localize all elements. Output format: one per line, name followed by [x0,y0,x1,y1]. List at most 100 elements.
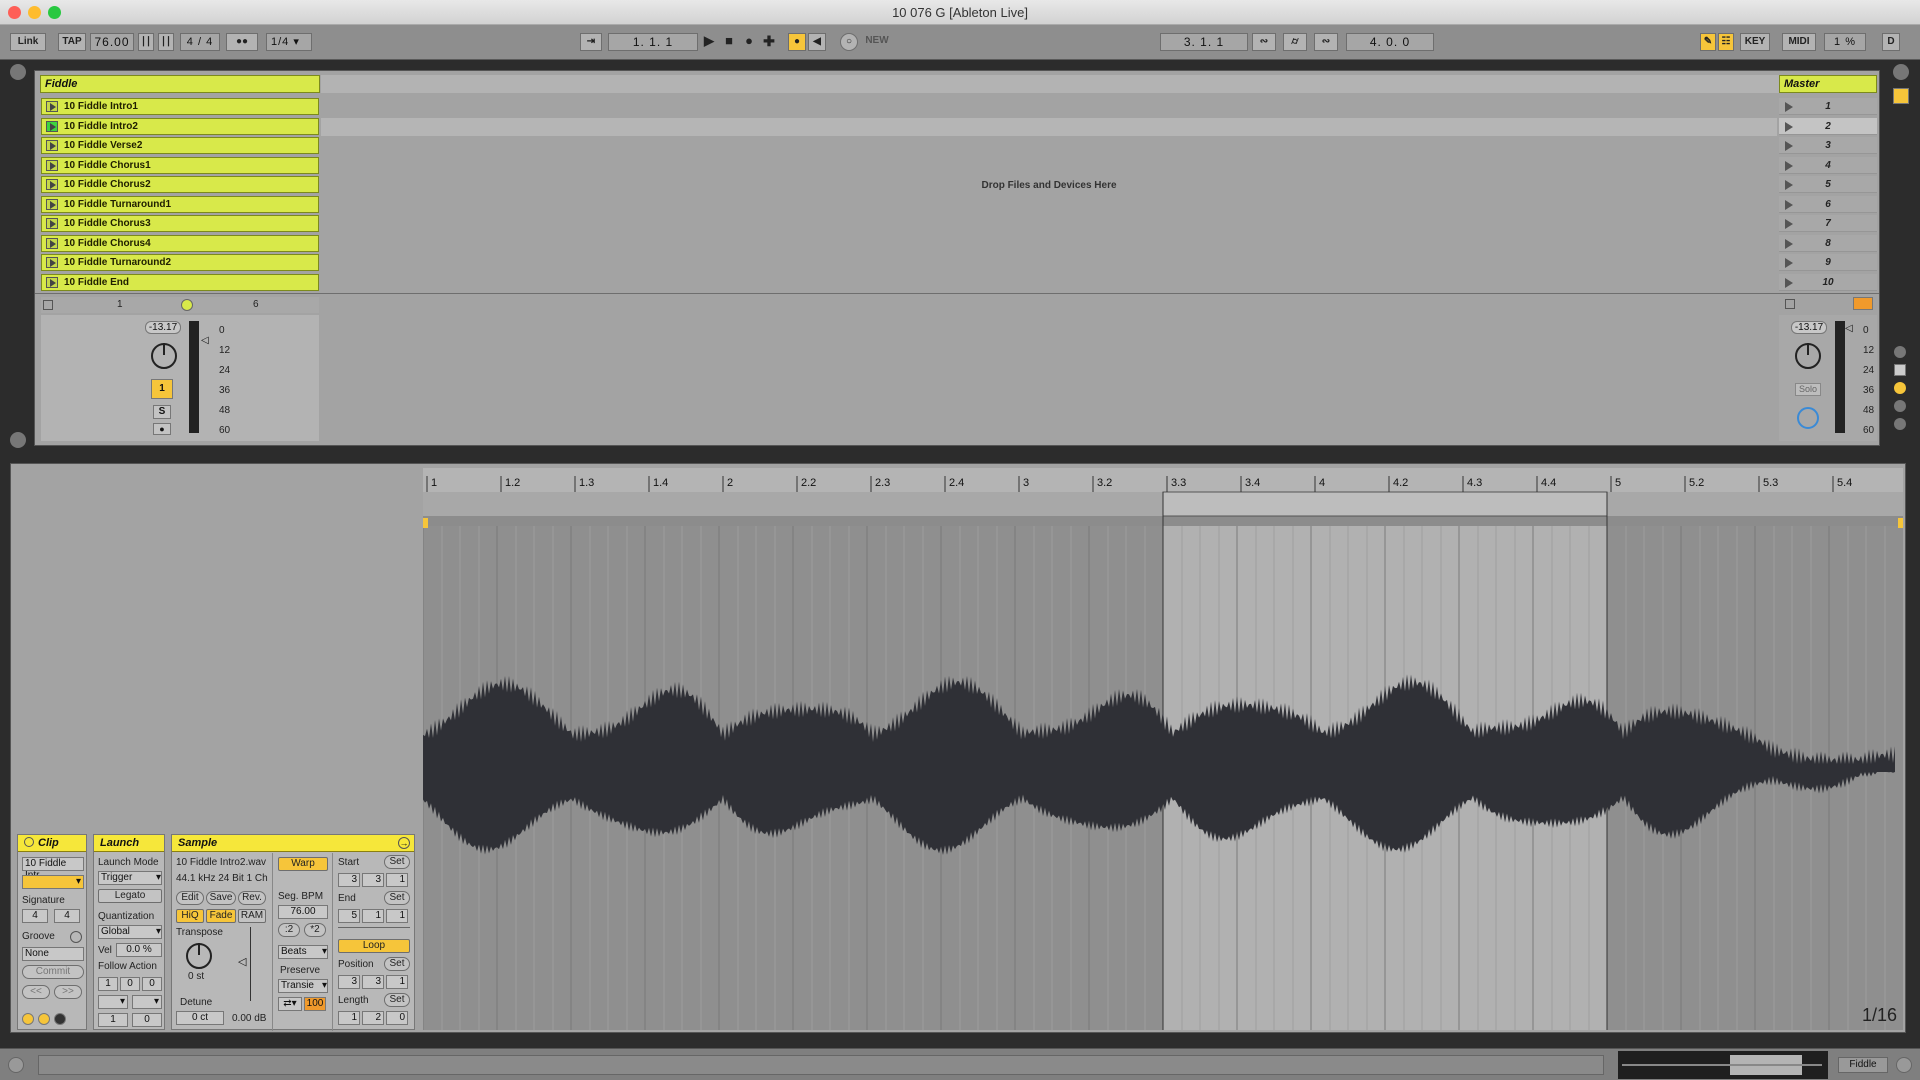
scene-play-icon[interactable] [1785,160,1793,171]
scene-launch-button[interactable]: 1 [1779,98,1877,115]
clip-slot[interactable]: 10 Fiddle Verse2 [41,137,319,154]
clip-launch-icon[interactable] [46,257,58,268]
reverse-button[interactable]: Rev. [238,891,266,905]
clip-launch-icon[interactable] [46,237,58,249]
envelope-percent-field[interactable]: 100 [304,997,326,1011]
position-beats[interactable]: 3 [362,975,384,989]
end-bars[interactable]: 5 [338,909,360,923]
overdub-button[interactable]: ✚ [760,33,778,51]
start-sixteenths[interactable]: 1 [386,873,408,887]
clip-slot[interactable]: 10 Fiddle Chorus4 [41,234,319,252]
start-beats[interactable]: 3 [362,873,384,887]
follow-action-time-sixteenths[interactable]: 0 [142,977,162,991]
mixer-toggle-icon[interactable] [1894,400,1906,412]
metronome-button[interactable]: ●● [226,33,258,51]
clip-launch-icon[interactable] [46,159,58,171]
arm-button[interactable]: ● [153,423,171,435]
clip-launch-icon[interactable] [46,276,58,288]
clip-launch-icon[interactable] [46,120,58,132]
length-set-button[interactable]: Set [384,993,410,1007]
zoom-window-button[interactable] [48,6,61,19]
new-button[interactable]: NEW [862,33,892,51]
pan-knob[interactable] [151,343,177,369]
song-position-field[interactable]: 1. 1. 1 [608,33,698,51]
stop-all-clips-button[interactable] [1785,299,1795,309]
scene-launch-button[interactable]: 6 [1779,195,1877,213]
track-header[interactable]: Fiddle [40,75,320,93]
gain-slider-arrow[interactable]: ◁ [238,955,246,968]
browser-toggle-icon[interactable] [10,64,26,80]
track-activator-button[interactable]: 1 [151,379,173,399]
commit-button[interactable]: Commit [22,965,84,979]
master-volume-readout[interactable]: -13.17 [1791,321,1827,334]
edit-button[interactable]: Edit [176,891,204,905]
clip-color-select[interactable]: ▾ [22,875,84,889]
record-button[interactable]: ● [740,33,758,51]
follow-action-time-beats[interactable]: 0 [120,977,140,991]
scene-play-icon[interactable] [1785,219,1793,229]
master-track-header[interactable]: Master [1779,75,1877,93]
clip-name-field[interactable]: 10 Fiddle Intr [22,857,84,881]
start-marker[interactable] [423,518,428,528]
master-fader-arrow[interactable]: ◁ [1845,323,1853,334]
scene-launch-button[interactable]: 5 [1779,176,1877,193]
detune-field[interactable]: 0 ct [176,1011,224,1025]
scene-play-icon[interactable] [1785,277,1793,288]
scene-play-icon[interactable] [1785,238,1793,249]
quantization-select[interactable]: 1/4 ▾ [266,33,312,51]
velocity-field[interactable]: 0.0 % [116,943,162,957]
follow-action-b-select[interactable]: ▾ [132,995,162,1009]
stop-button[interactable]: ■ [720,33,738,51]
punch-in-button[interactable]: ∾ [1252,33,1276,51]
clip-launch-icon[interactable] [46,101,58,112]
length-sixteenths[interactable]: 0 [386,1011,408,1025]
clip-slot[interactable]: 10 Fiddle Chorus1 [41,156,319,174]
clip-launch-icon[interactable] [46,198,58,210]
gain-slider[interactable] [250,927,251,1001]
clip-slot[interactable]: 10 Fiddle Turnaround1 [41,195,319,213]
draw-mode-button[interactable]: ✎ [1700,33,1716,51]
follow-chance-b[interactable]: 0 [132,1013,162,1027]
scene-play-icon[interactable] [1785,258,1793,268]
loop-mode-select[interactable]: ⇄▾ [278,997,302,1011]
clip-launch-icon[interactable] [46,179,58,190]
fade-button[interactable]: Fade [206,909,236,923]
tap-button[interactable]: TAP [58,33,86,51]
clip-overview[interactable] [1618,1051,1828,1079]
scene-launch-button[interactable]: 4 [1779,156,1877,174]
clip-launch-icon[interactable] [46,218,58,229]
scene-launch-button[interactable]: 3 [1779,137,1877,154]
returns-toggle-icon[interactable] [1894,382,1906,394]
clip-slot[interactable]: 10 Fiddle Chorus3 [41,215,319,232]
nudge-forward-button[interactable]: >> [54,985,82,999]
ram-button[interactable]: RAM [238,909,266,923]
overview-toggle-icon[interactable] [10,432,26,448]
scene-launch-button[interactable]: 8 [1779,234,1877,252]
play-button[interactable]: ▶ [700,33,718,51]
launch-mode-select[interactable]: Trigger ▾ [98,871,162,885]
half-tempo-button[interactable]: :2 [278,923,300,937]
launch-box-header[interactable]: Launch [94,835,164,852]
clip-launch-icon[interactable] [46,140,58,151]
position-set-button[interactable]: Set [384,957,410,971]
loop-button[interactable]: Loop [338,939,410,953]
punch-out-button[interactable]: ∾ [1314,33,1338,51]
clip-box-header[interactable]: Clip [18,835,86,852]
sample-toggle-icon[interactable] [38,1013,50,1025]
scene-play-icon[interactable] [1785,141,1793,151]
scene-launch-button[interactable]: 2 [1779,117,1877,135]
volume-fader-arrow[interactable]: ◁ [201,335,209,346]
length-bars[interactable]: 1 [338,1011,360,1025]
loop-brace[interactable] [1162,491,1608,517]
session-view-icon[interactable] [1893,88,1909,104]
scene-launch-button[interactable]: 7 [1779,215,1877,232]
launch-quantization-select[interactable]: Global ▾ [98,925,162,939]
start-bars[interactable]: 3 [338,873,360,887]
master-solo-button[interactable]: Solo [1795,383,1821,396]
end-sixteenths[interactable]: 1 [386,909,408,923]
clip-slot[interactable]: 10 Fiddle Intro1 [41,98,319,115]
follow-chance-a[interactable]: 1 [98,1013,128,1027]
scene-play-icon[interactable] [1785,199,1793,210]
seg-bpm-field[interactable]: 76.00 [278,905,328,919]
end-set-button[interactable]: Set [384,891,410,905]
